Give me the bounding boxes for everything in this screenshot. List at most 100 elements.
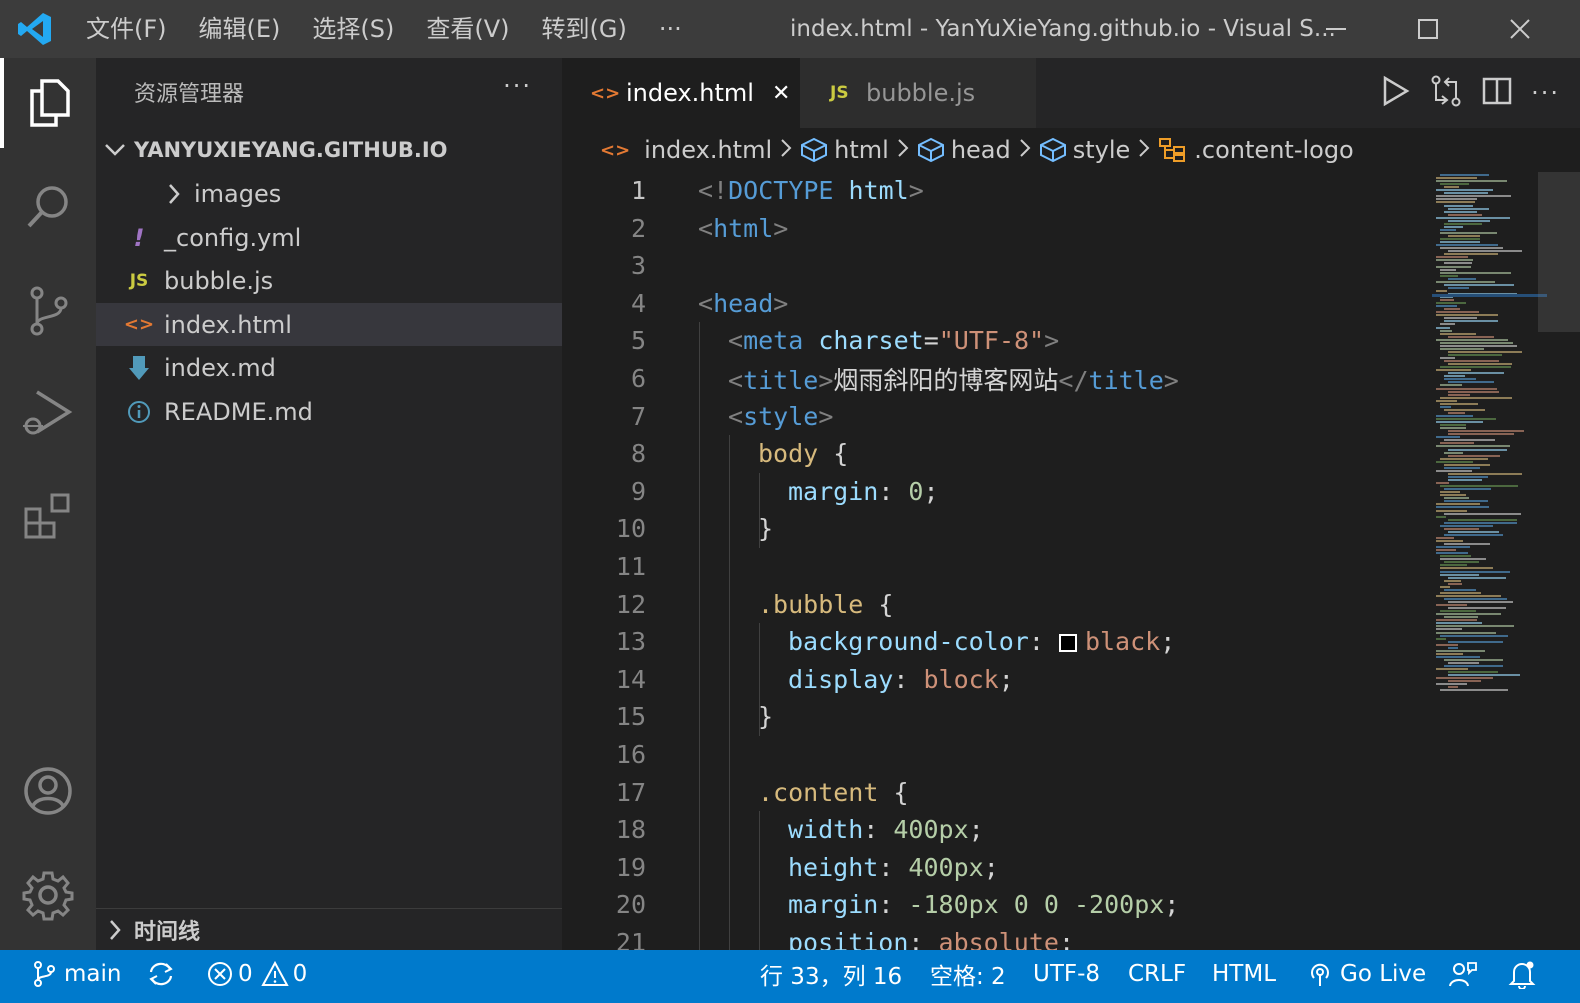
tree-item-index-html[interactable]: <> index.html bbox=[96, 303, 562, 346]
tree-item-images[interactable]: images bbox=[96, 172, 562, 215]
menu-edit[interactable]: 编辑(E) bbox=[183, 0, 297, 58]
minimap-line bbox=[1444, 597, 1507, 600]
code-line[interactable]: 10} bbox=[562, 510, 1432, 547]
explorer-button[interactable] bbox=[0, 58, 96, 148]
cursor-position[interactable]: 行 33，列 16 bbox=[760, 950, 902, 998]
minimap-line bbox=[1444, 283, 1514, 286]
open-changes-button[interactable] bbox=[1429, 74, 1463, 112]
minimap-line bbox=[1448, 390, 1499, 393]
code-editor[interactable]: 1 <!DOCTYPE html> 2 <html> 3 4 <head> 5 <meta ch… bbox=[562, 172, 1432, 950]
tree-item-bubble-js[interactable]: JS bubble.js bbox=[96, 259, 562, 302]
close-window-button[interactable] bbox=[1474, 0, 1566, 58]
code-line[interactable]: 3 bbox=[562, 247, 1432, 284]
breadcrumb-item[interactable]: html bbox=[834, 136, 889, 164]
code-line[interactable]: 15} bbox=[562, 698, 1432, 735]
breadcrumb-item[interactable]: head bbox=[951, 136, 1011, 164]
run-debug-button[interactable] bbox=[0, 368, 96, 458]
minimap-line bbox=[1436, 649, 1485, 652]
code-line[interactable]: 4 <head> bbox=[562, 285, 1432, 322]
code-line[interactable]: 13 background-color: black; bbox=[562, 623, 1432, 660]
minimize-button[interactable] bbox=[1290, 0, 1382, 58]
language-mode[interactable]: HTML bbox=[1212, 950, 1276, 998]
go-live-button[interactable]: Go Live bbox=[1306, 950, 1426, 998]
minimap-line bbox=[1448, 662, 1479, 664]
settings-button[interactable] bbox=[0, 850, 96, 940]
maximize-button[interactable] bbox=[1382, 0, 1474, 58]
code-line[interactable]: 11 bbox=[562, 548, 1432, 585]
eol-setting[interactable]: CRLF bbox=[1128, 950, 1186, 998]
minimap-line bbox=[1436, 515, 1446, 518]
breadcrumb-item[interactable]: index.html bbox=[644, 136, 772, 164]
code-line[interactable]: 12 .bubble { bbox=[562, 586, 1432, 623]
tab-close-button[interactable]: ✕ bbox=[772, 81, 790, 106]
code-text: } bbox=[758, 514, 773, 543]
split-editor-icon bbox=[1482, 77, 1512, 105]
timeline-section[interactable]: 时间线 bbox=[96, 908, 562, 951]
code-line[interactable]: 2 <html> bbox=[562, 210, 1432, 247]
minimap-line bbox=[1440, 442, 1474, 445]
workspace-folder[interactable]: YANYUXIEYANG.GITHUB.IO bbox=[96, 132, 562, 168]
minimap-line bbox=[1436, 594, 1501, 597]
code-line[interactable]: 9 margin: 0; bbox=[562, 473, 1432, 510]
tab-bar: <> index.html ✕ JS bubble.js ··· bbox=[562, 58, 1580, 128]
code-line[interactable]: 7 <style> bbox=[562, 398, 1432, 435]
search-button[interactable] bbox=[0, 162, 96, 252]
tree-item-index-md[interactable]: index.md bbox=[96, 346, 562, 389]
tab-index-html[interactable]: <> index.html ✕ bbox=[562, 58, 800, 128]
vertical-scrollbar[interactable] bbox=[1538, 172, 1580, 950]
extensions-button[interactable] bbox=[0, 472, 96, 562]
tab-bubble-js[interactable]: JS bubble.js bbox=[800, 58, 1036, 128]
source-control-button[interactable] bbox=[0, 266, 96, 356]
minimap-line bbox=[1440, 231, 1497, 234]
code-line[interactable]: 16 bbox=[562, 736, 1432, 773]
minimap-line bbox=[1436, 637, 1446, 640]
sync-button[interactable] bbox=[146, 950, 176, 998]
menu-file[interactable]: 文件(F) bbox=[70, 0, 183, 58]
code-token: { bbox=[833, 439, 849, 469]
color-swatch[interactable] bbox=[1058, 634, 1077, 653]
minimap-line bbox=[1440, 271, 1511, 274]
more-actions-button[interactable]: ··· bbox=[1531, 79, 1560, 107]
branch-indicator[interactable]: main bbox=[32, 950, 121, 998]
encoding-setting[interactable]: UTF-8 bbox=[1033, 950, 1100, 998]
code-line[interactable]: 17 .content { bbox=[562, 774, 1432, 811]
code-line[interactable]: 8 body { bbox=[562, 435, 1432, 472]
code-line[interactable]: 21 position: absolute; bbox=[562, 924, 1432, 950]
tab-label: index.html bbox=[626, 79, 754, 107]
account-button[interactable] bbox=[0, 746, 96, 836]
minimap[interactable] bbox=[1432, 172, 1547, 950]
js-file-icon: JS bbox=[129, 270, 149, 291]
code-line[interactable]: 18 width: 400px; bbox=[562, 811, 1432, 848]
code-line[interactable]: 5 <meta charset="UTF-8"> bbox=[562, 322, 1432, 359]
minimap-line bbox=[1440, 485, 1518, 488]
code-line[interactable]: 19 height: 400px; bbox=[562, 849, 1432, 886]
breadcrumb-item[interactable]: style bbox=[1073, 136, 1131, 164]
feedback-button[interactable] bbox=[1448, 950, 1478, 998]
menu-more[interactable]: ··· bbox=[643, 0, 698, 58]
code-line[interactable]: 20 margin: -180px 0 0 -200px; bbox=[562, 886, 1432, 923]
minimap-line bbox=[1444, 186, 1459, 189]
notifications-button[interactable] bbox=[1508, 950, 1536, 998]
run-button[interactable] bbox=[1379, 75, 1411, 111]
minimap-line bbox=[1436, 540, 1463, 542]
sidebar-more-button[interactable]: ··· bbox=[503, 72, 532, 100]
minimap-line bbox=[1444, 308, 1460, 311]
tree-item-config-yml[interactable]: ! _config.yml bbox=[96, 216, 562, 259]
code-line[interactable]: 6 <title>烟雨斜阳的博客网站</title> bbox=[562, 360, 1432, 397]
split-editor-button[interactable] bbox=[1481, 75, 1513, 111]
breadcrumb-item[interactable]: .content-logo bbox=[1194, 136, 1353, 164]
minimap-line bbox=[1448, 671, 1498, 674]
code-line[interactable]: 14 display: block; bbox=[562, 661, 1432, 698]
menu-go[interactable]: 转到(G) bbox=[526, 0, 643, 58]
problems-indicator[interactable]: 0 0 bbox=[206, 950, 307, 998]
indentation-setting[interactable]: 空格: 2 bbox=[930, 950, 1006, 998]
code-line[interactable]: 1 <!DOCTYPE html> bbox=[562, 172, 1432, 209]
tree-item-readme-md[interactable]: README.md bbox=[96, 390, 562, 433]
minimap-line bbox=[1436, 683, 1467, 686]
menu-view[interactable]: 查看(V) bbox=[410, 0, 525, 58]
minimap-line bbox=[1444, 512, 1521, 515]
code-token: ; bbox=[1058, 928, 1075, 950]
scrollbar-thumb[interactable] bbox=[1538, 172, 1580, 332]
menu-selection[interactable]: 选择(S) bbox=[296, 0, 410, 58]
minimap-line bbox=[1440, 634, 1508, 637]
